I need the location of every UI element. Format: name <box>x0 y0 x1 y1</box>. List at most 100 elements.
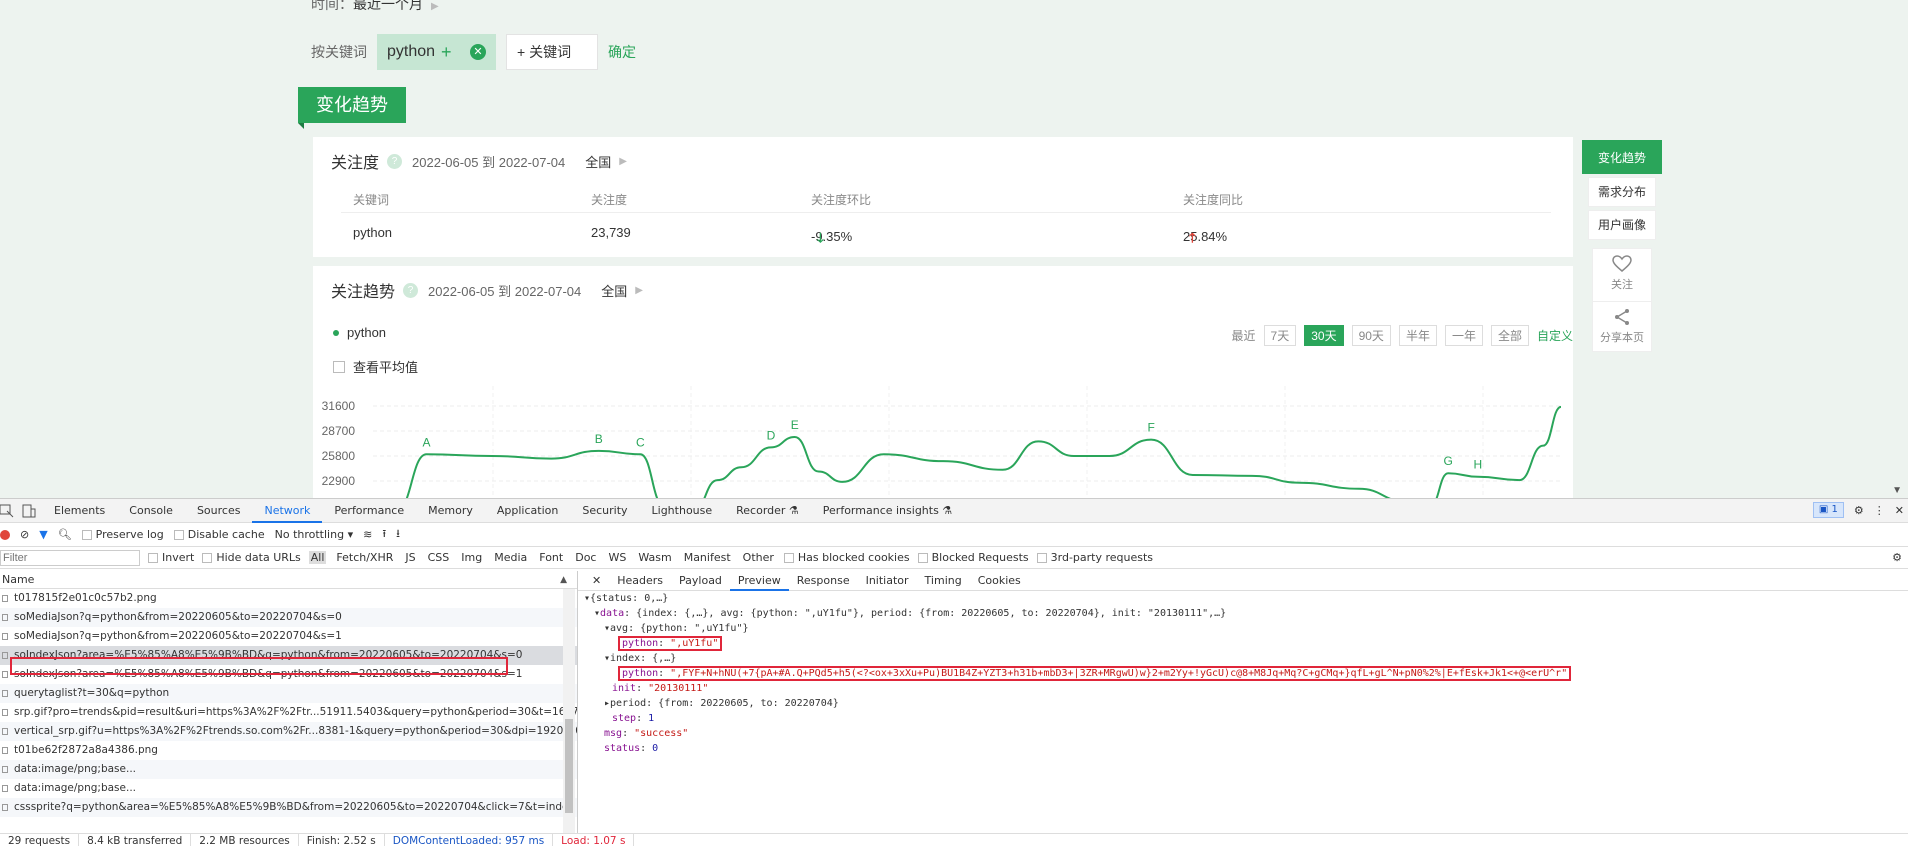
tab-performance[interactable]: Performance <box>322 499 416 523</box>
preview-period[interactable]: ▸period: {from: 20220605, to: 20220704} <box>584 696 1908 711</box>
close-icon[interactable]: ✕ <box>470 44 486 60</box>
side-nav-demand[interactable]: 需求分布 <box>1588 177 1656 207</box>
list-item[interactable]: t01be62f2872a8a4386.png <box>0 741 577 760</box>
device-toolbar-icon[interactable] <box>22 504 36 518</box>
follow-button[interactable]: 关注 <box>1593 249 1651 301</box>
issues-badge[interactable]: ▣ 1 <box>1812 502 1844 518</box>
list-item[interactable]: soMediaJson?q=python&from=20220605&to=20… <box>0 627 577 646</box>
hide-data-urls-checkbox[interactable]: Hide data URLs <box>202 551 301 564</box>
throttling-select[interactable]: No throttling ▾ <box>275 528 353 541</box>
blocked-requests-checkbox[interactable]: Blocked Requests <box>917 551 1029 564</box>
list-item[interactable]: data:image/png;base... <box>0 760 577 779</box>
preview-avg[interactable]: ▾avg: {python: ",uY1fu"} <box>584 621 1908 636</box>
trend-region[interactable]: 全国 <box>601 281 627 300</box>
side-nav-profile[interactable]: 用户画像 <box>1588 210 1656 240</box>
time-filter[interactable]: 时间：最近一个月 ▶ <box>311 0 439 14</box>
close-icon[interactable]: ✕ <box>1895 504 1904 517</box>
preview-index[interactable]: ▾index: {,…} <box>584 651 1908 666</box>
scrollbar-thumb[interactable] <box>565 719 573 813</box>
tab-initiator[interactable]: Initiator <box>858 571 917 591</box>
tab-security[interactable]: Security <box>570 499 639 523</box>
range-90d[interactable]: 90天 <box>1351 325 1391 346</box>
search-icon[interactable]: 🔍︎ <box>58 528 72 541</box>
list-item[interactable]: querytaglist?t=30&q=python <box>0 684 577 703</box>
checkbox-icon[interactable] <box>173 529 184 540</box>
filter-input[interactable] <box>0 549 140 566</box>
help-icon[interactable]: ? <box>403 282 419 298</box>
range-7d[interactable]: 7天 <box>1263 325 1297 346</box>
tab-performance-insights[interactable]: Performance insights ⚗ <box>811 499 964 523</box>
tab-timing[interactable]: Timing <box>917 571 970 591</box>
preview-data[interactable]: ▾data: {index: {,…}, avg: {python: ",uY1… <box>584 606 1908 621</box>
list-item[interactable]: t017815f2e01c0c57b2.png <box>0 589 577 608</box>
record-icon[interactable] <box>0 529 10 540</box>
range-one-year[interactable]: 一年 <box>1444 325 1483 346</box>
tab-network[interactable]: Network <box>252 499 323 523</box>
close-icon[interactable]: ✕ <box>584 571 609 591</box>
more-icon[interactable]: ⋮ <box>1874 504 1885 517</box>
gear-icon[interactable]: ⚙ <box>1892 551 1902 564</box>
checkbox-icon[interactable] <box>333 360 345 373</box>
range-30d[interactable]: 30天 <box>1304 325 1344 346</box>
checkbox-icon[interactable] <box>783 552 794 563</box>
tab-sources[interactable]: Sources <box>185 499 253 523</box>
filter-type-manifest[interactable]: Manifest <box>682 551 733 564</box>
filter-type-img[interactable]: Img <box>459 551 484 564</box>
help-icon[interactable]: ? <box>387 153 403 169</box>
scroll-down-icon[interactable]: ▼ <box>1892 485 1902 496</box>
inspect-icon[interactable] <box>0 504 14 518</box>
tab-memory[interactable]: Memory <box>416 499 485 523</box>
checkbox-icon[interactable] <box>148 552 158 563</box>
list-item[interactable]: csssprite?q=python&area=%E5%85%A8%E5%9B%… <box>0 798 577 817</box>
gear-icon[interactable]: ⚙ <box>1854 504 1864 517</box>
tab-console[interactable]: Console <box>117 499 185 523</box>
download-icon[interactable]: ⭳ <box>396 525 400 544</box>
filter-type-all[interactable]: All <box>308 551 327 564</box>
share-button[interactable]: 分享本页 <box>1593 301 1651 353</box>
triangle-right-icon[interactable]: ▶ <box>619 156 627 167</box>
avg-checkbox[interactable]: 查看平均值 <box>333 357 418 376</box>
checkbox-icon[interactable] <box>202 552 213 563</box>
preview-root[interactable]: ▾{status: 0,…} <box>584 591 1908 606</box>
checkbox-icon[interactable] <box>81 529 92 540</box>
list-item[interactable]: vertical_srp.gif?u=https%3A%2F%2Ftrends.… <box>0 722 577 741</box>
tab-payload[interactable]: Payload <box>671 571 730 591</box>
tab-application[interactable]: Application <box>485 499 570 523</box>
tab-headers[interactable]: Headers <box>609 571 671 591</box>
chart-legend[interactable]: python <box>333 325 386 340</box>
triangle-right-icon[interactable]: ▶ <box>635 285 643 296</box>
filter-type-wasm[interactable]: Wasm <box>636 551 673 564</box>
request-list-scrollbar[interactable] <box>563 589 575 833</box>
checkbox-icon[interactable] <box>917 552 928 563</box>
tab-response[interactable]: Response <box>789 571 858 591</box>
clear-icon[interactable]: ⊘ <box>20 528 29 541</box>
filter-type-doc[interactable]: Doc <box>573 551 598 564</box>
tab-preview[interactable]: Preview <box>729 571 789 591</box>
tab-recorder[interactable]: Recorder ⚗ <box>724 499 811 523</box>
invert-checkbox[interactable]: Invert <box>148 551 194 564</box>
name-column-header[interactable]: Name ▲ <box>0 571 577 589</box>
tab-cookies[interactable]: Cookies <box>970 571 1029 591</box>
list-item[interactable]: soMediaJson?q=python&from=20220605&to=20… <box>0 608 577 627</box>
add-keyword-button[interactable]: + 关键词 <box>506 34 598 70</box>
tab-lighthouse[interactable]: Lighthouse <box>640 499 725 523</box>
disable-cache-checkbox[interactable]: Disable cache <box>173 528 265 541</box>
third-party-checkbox[interactable]: 3rd-party requests <box>1036 551 1153 564</box>
filter-icon[interactable]: ▼ <box>39 528 47 541</box>
filter-type-fetch[interactable]: Fetch/XHR <box>334 551 395 564</box>
keyword-chip[interactable]: python + ✕ <box>377 34 496 70</box>
range-all[interactable]: 全部 <box>1490 325 1529 346</box>
attention-region[interactable]: 全国 <box>585 152 611 171</box>
blocked-cookies-checkbox[interactable]: Has blocked cookies <box>783 551 910 564</box>
list-item[interactable]: data:image/png;base... <box>0 779 577 798</box>
range-custom[interactable]: 自定义 <box>1537 327 1573 344</box>
plus-icon[interactable]: + <box>441 42 452 63</box>
wifi-icon[interactable]: ≋ <box>363 528 372 541</box>
filter-type-media[interactable]: Media <box>492 551 529 564</box>
filter-type-css[interactable]: CSS <box>426 551 452 564</box>
upload-icon[interactable]: ⭱ <box>382 525 386 544</box>
checkbox-icon[interactable] <box>1036 552 1047 563</box>
filter-type-js[interactable]: JS <box>403 551 417 564</box>
range-half-year[interactable]: 半年 <box>1398 325 1437 346</box>
list-item[interactable]: srp.gif?pro=trends&pid=result&uri=https%… <box>0 703 577 722</box>
